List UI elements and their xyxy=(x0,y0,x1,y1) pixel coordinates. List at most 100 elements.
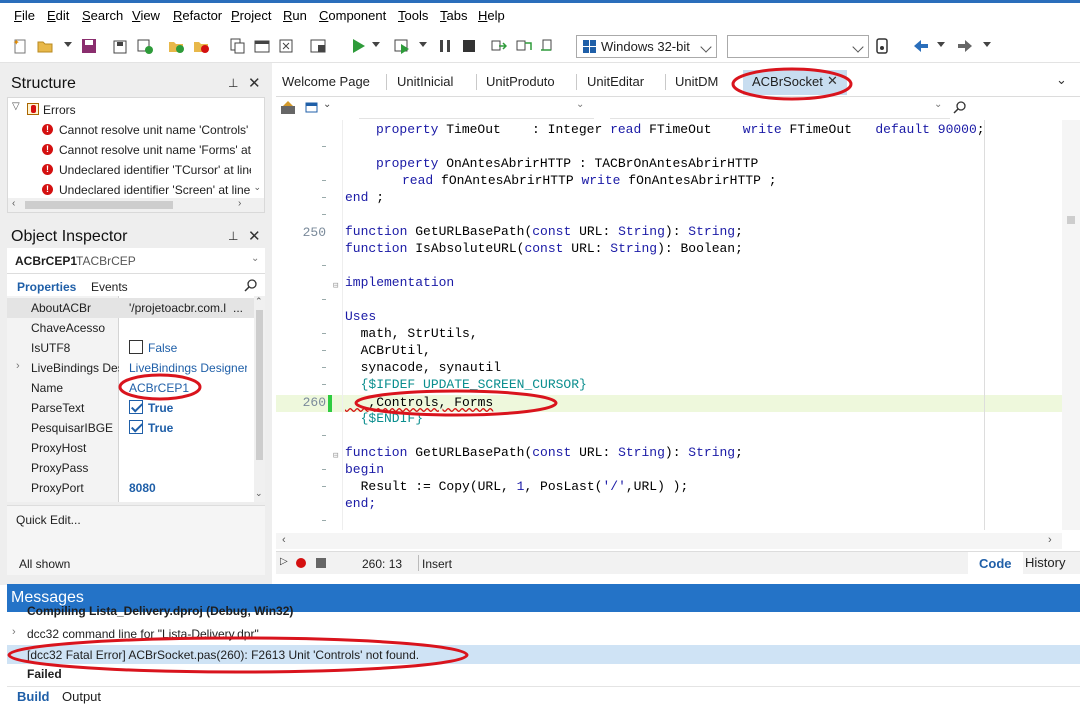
pin-icon[interactable]: ⊥ xyxy=(228,229,238,243)
tree-error-item[interactable]: ! Cannot resolve unit name 'Forms' at xyxy=(8,140,251,160)
property-checkbox[interactable] xyxy=(129,400,143,414)
menu-run[interactable]: Run xyxy=(283,8,307,23)
property-row-proxypass[interactable]: ProxyPass xyxy=(7,458,255,478)
chevron-down-icon[interactable]: ⌄ xyxy=(255,488,263,499)
step-over-icon[interactable] xyxy=(491,38,508,54)
menu-refactor[interactable]: Refactor xyxy=(173,8,222,23)
save-all-icon[interactable] xyxy=(113,38,129,54)
save-icon[interactable] xyxy=(81,38,97,54)
menu-edit[interactable]: Edit xyxy=(47,8,69,23)
menu-tabs[interactable]: Tabs xyxy=(440,8,467,23)
save-project-icon[interactable] xyxy=(137,38,153,54)
message-line[interactable]: dcc32 command line for "Lista-Delivery.d… xyxy=(27,627,259,641)
property-row-parsetext[interactable]: ParseText True xyxy=(7,398,255,418)
copy-icon[interactable] xyxy=(229,38,245,54)
trace-into-icon[interactable] xyxy=(516,38,532,54)
scroll-thumb[interactable] xyxy=(256,310,263,460)
chevron-left-icon[interactable]: ‹ xyxy=(12,198,15,209)
message-line[interactable]: Compiling Lista_Delivery.dproj (Debug, W… xyxy=(27,606,293,618)
chevron-down-icon[interactable]: ⌄ xyxy=(1056,72,1067,88)
message-line-selected[interactable]: [dcc32 Fatal Error] ACBrSocket.pas(260):… xyxy=(7,645,1080,664)
run-without-debug-icon[interactable] xyxy=(394,38,410,54)
tab-build[interactable]: Build xyxy=(17,689,50,704)
new-icon[interactable]: ✦ xyxy=(12,38,28,54)
quick-edit-link[interactable]: Quick Edit... xyxy=(16,513,81,527)
class-browser-icon[interactable] xyxy=(280,100,298,116)
stop-macro-icon[interactable] xyxy=(316,558,326,568)
tree-error-item[interactable]: ! Cannot resolve unit name 'Controls' xyxy=(8,120,251,140)
stop-icon[interactable] xyxy=(461,38,477,54)
scroll-thumb[interactable] xyxy=(25,201,173,209)
property-row-chaveacesso[interactable]: ChaveAcesso xyxy=(7,318,255,338)
tab-events[interactable]: Events xyxy=(91,280,128,294)
forward-arrow-icon[interactable] xyxy=(957,38,973,54)
property-row-proxyport[interactable]: ProxyPort 8080 xyxy=(7,478,255,498)
chevron-down-icon[interactable] xyxy=(937,42,945,47)
tree-node-errors[interactable]: ▽ Errors xyxy=(8,100,264,120)
tab-welcome-page[interactable]: Welcome Page xyxy=(282,74,370,89)
horizontal-scrollbar[interactable]: ‹ › xyxy=(8,198,264,212)
window-icon[interactable] xyxy=(254,38,270,54)
chevron-up-icon[interactable]: ⌃ xyxy=(255,296,263,307)
run-to-cursor-icon[interactable] xyxy=(540,38,556,54)
tab-acbrsocket[interactable]: ACBrSocket ✕ xyxy=(743,70,847,95)
menu-view[interactable]: View xyxy=(132,8,160,23)
property-value[interactable]: 8080 xyxy=(129,481,247,495)
property-checkbox[interactable] xyxy=(129,420,143,434)
tab-code[interactable]: Code xyxy=(968,552,1023,574)
editor-horizontal-scrollbar[interactable]: ‹ › xyxy=(276,533,1062,549)
code-editor[interactable]: 250 260 ⊟ ⊟ property TimeOut : Integer r… xyxy=(276,120,1062,530)
tree-error-item[interactable]: ! Undeclared identifier 'TCursor' at lin… xyxy=(8,160,251,180)
property-row-isutf8[interactable]: IsUTF8 False xyxy=(7,338,255,358)
platform-select[interactable]: Windows 32-bit xyxy=(576,35,717,58)
ellipsis-button[interactable]: ... xyxy=(233,301,243,315)
remove-file-icon[interactable] xyxy=(193,38,209,54)
chevron-down-icon[interactable] xyxy=(372,42,380,47)
property-value[interactable]: ACBrCEP1 xyxy=(129,381,247,395)
tab-unitdm[interactable]: UnitDM xyxy=(675,74,718,89)
message-line[interactable]: Failed xyxy=(27,667,62,681)
tab-history[interactable]: History xyxy=(1025,555,1065,570)
pause-icon[interactable] xyxy=(437,38,453,54)
search-icon[interactable] xyxy=(953,101,967,115)
vertical-scrollbar[interactable]: ⌃ ⌄ xyxy=(254,296,265,502)
editor-vertical-scrollbar[interactable] xyxy=(1062,120,1080,530)
menu-help[interactable]: Help xyxy=(478,8,505,23)
chevron-left-icon[interactable]: ‹ xyxy=(282,534,286,546)
add-file-icon[interactable] xyxy=(168,38,184,54)
navigate-icon[interactable] xyxy=(304,100,320,116)
tab-properties[interactable]: Properties xyxy=(17,280,76,294)
chevron-right-icon[interactable]: › xyxy=(1048,534,1052,546)
form-toggle-icon[interactable] xyxy=(278,38,294,54)
device-icon[interactable] xyxy=(874,38,890,54)
close-icon[interactable]: ✕ xyxy=(248,227,261,245)
chevron-down-icon[interactable] xyxy=(983,42,991,47)
tree-error-item[interactable]: ! Undeclared identifier 'Screen' at line xyxy=(8,180,251,200)
class-combo[interactable]: ⌄ xyxy=(359,97,594,119)
play-macro-icon[interactable]: ▷ xyxy=(280,556,288,567)
property-checkbox[interactable] xyxy=(129,340,143,354)
chevron-down-icon[interactable]: ⌄ xyxy=(323,99,331,110)
chevron-down-icon[interactable] xyxy=(419,42,427,47)
menu-component[interactable]: Component xyxy=(319,8,386,23)
method-combo[interactable]: ⌄ xyxy=(610,97,950,119)
chevron-down-icon[interactable]: ⌄ xyxy=(253,182,261,193)
property-value[interactable]: LiveBindings Designer xyxy=(129,361,247,375)
close-icon[interactable]: ✕ xyxy=(827,73,838,89)
tab-uniteditar[interactable]: UnitEditar xyxy=(587,74,644,89)
open-folder-icon[interactable] xyxy=(37,38,53,54)
property-row-proxyhost[interactable]: ProxyHost xyxy=(7,438,255,458)
property-value[interactable]: '/projetoacbr.com.l xyxy=(129,301,229,315)
back-arrow-icon[interactable] xyxy=(913,38,929,54)
configuration-select[interactable] xyxy=(727,35,869,58)
menu-file[interactable]: File xyxy=(14,8,35,23)
fold-icon[interactable]: ⊟ xyxy=(333,451,338,461)
pin-icon[interactable]: ⊥ xyxy=(228,76,238,90)
property-row-aboutacbr[interactable]: AboutACBr '/projetoacbr.com.l ... xyxy=(7,298,257,318)
chevron-right-icon[interactable]: › xyxy=(12,626,16,638)
component-selector[interactable]: ACBrCEP1 TACBrCEP ⌄ xyxy=(7,248,265,274)
run-icon[interactable] xyxy=(350,38,366,54)
property-row-name[interactable]: Name ACBrCEP1 xyxy=(7,378,255,398)
tab-unitproduto[interactable]: UnitProduto xyxy=(486,74,555,89)
tab-unitinicial[interactable]: UnitInicial xyxy=(397,74,453,89)
